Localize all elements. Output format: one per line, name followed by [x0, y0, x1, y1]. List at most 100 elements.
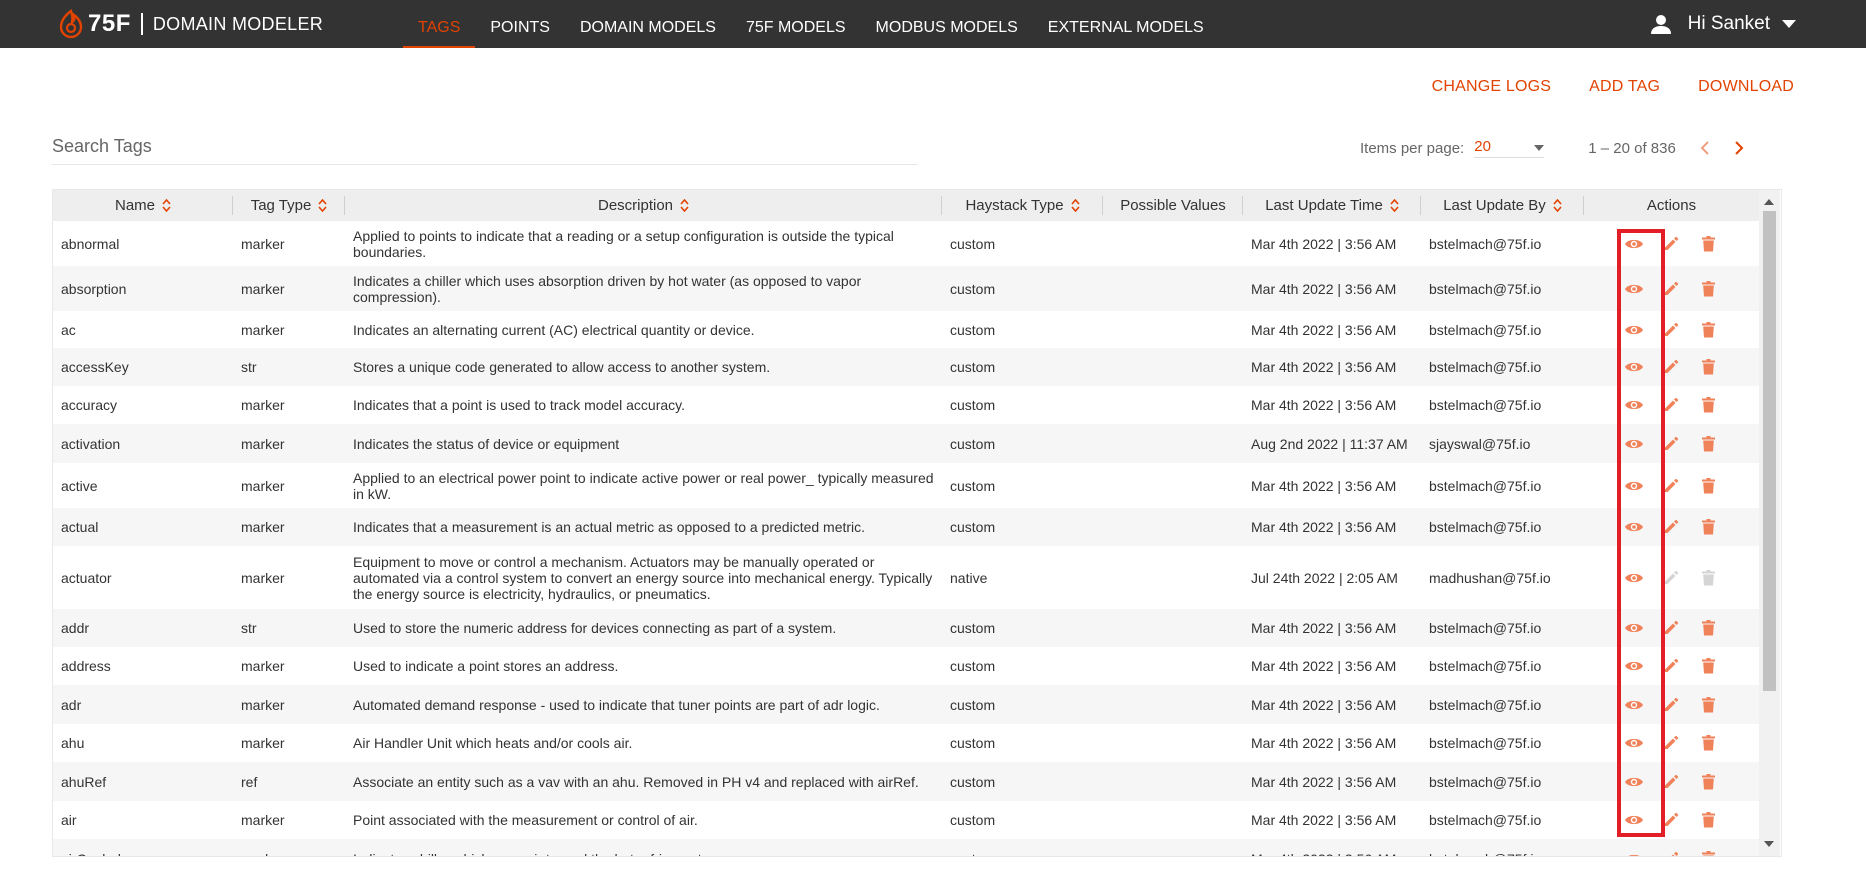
column-header-actions: Actions	[1584, 190, 1759, 221]
cell-actions	[1584, 435, 1759, 452]
trash-icon[interactable]	[1702, 696, 1715, 713]
pencil-icon[interactable]	[1663, 774, 1679, 790]
table-row[interactable]: actuator marker Equipment to move or contr…	[53, 546, 1759, 609]
pencil-icon[interactable]	[1663, 478, 1679, 494]
trash-icon[interactable]	[1702, 435, 1715, 452]
eye-icon[interactable]	[1624, 571, 1644, 585]
nav-tab-domain-models[interactable]: DOMAIN MODELS	[565, 0, 731, 48]
table-row[interactable]: addr str Used to store the numeric address…	[53, 609, 1759, 647]
table-row[interactable]: air marker Point associated with the measu…	[53, 801, 1759, 839]
pencil-icon[interactable]	[1663, 620, 1679, 636]
sort-icon[interactable]	[1390, 199, 1399, 212]
eye-icon[interactable]	[1624, 736, 1644, 750]
pencil-icon[interactable]	[1663, 697, 1679, 713]
nav-tab-external-models[interactable]: EXTERNAL MODELS	[1033, 0, 1219, 48]
column-header-last-update-time[interactable]: Last Update Time	[1243, 190, 1421, 221]
scroll-up-arrow[interactable]	[1764, 199, 1774, 205]
pencil-icon[interactable]	[1663, 735, 1679, 751]
trash-icon[interactable]	[1702, 359, 1715, 375]
pencil-icon[interactable]	[1663, 397, 1679, 413]
cell-name: air	[61, 812, 77, 828]
user-menu[interactable]: Hi Sanket	[1650, 0, 1796, 48]
pencil-icon[interactable]	[1663, 658, 1679, 674]
column-header-haystack-type[interactable]: Haystack Type	[942, 190, 1103, 221]
pencil-icon[interactable]	[1663, 322, 1679, 338]
trash-icon[interactable]	[1702, 519, 1715, 535]
eye-icon[interactable]	[1624, 398, 1644, 412]
nav-tab-tags[interactable]: TAGS	[403, 0, 476, 48]
pencil-icon[interactable]	[1663, 851, 1679, 856]
eye-icon[interactable]	[1624, 520, 1644, 534]
pencil-icon[interactable]	[1663, 359, 1679, 375]
nav-tab-points[interactable]: POINTS	[475, 0, 565, 48]
sort-icon[interactable]	[318, 199, 327, 212]
trash-icon[interactable]	[1702, 735, 1715, 751]
sort-icon[interactable]	[1553, 199, 1562, 212]
items-per-page-select[interactable]: 20	[1474, 138, 1545, 158]
scroll-thumb[interactable]	[1763, 211, 1776, 691]
eye-icon[interactable]	[1624, 437, 1644, 451]
nav-tab-modbus-models[interactable]: MODBUS MODELS	[861, 0, 1033, 48]
column-header-label: Possible Values	[1120, 197, 1226, 214]
eye-icon[interactable]	[1624, 237, 1644, 251]
trash-icon[interactable]	[1702, 812, 1715, 828]
eye-icon[interactable]	[1624, 282, 1644, 296]
eye-icon[interactable]	[1624, 621, 1644, 635]
table-row[interactable]: address marker Used to indicate a point st…	[53, 647, 1759, 685]
download-button[interactable]: DOWNLOAD	[1698, 78, 1794, 96]
column-header-last-update-by[interactable]: Last Update By	[1421, 190, 1584, 221]
table-row[interactable]: actual marker Indicates that a measurement…	[53, 508, 1759, 546]
pencil-icon[interactable]	[1663, 519, 1679, 535]
nav-tab-75f-models[interactable]: 75F MODELS	[731, 0, 861, 48]
eye-icon[interactable]	[1624, 659, 1644, 673]
eye-icon[interactable]	[1624, 360, 1644, 374]
eye-icon[interactable]	[1624, 775, 1644, 789]
pencil-icon	[1663, 570, 1679, 586]
trash-icon[interactable]	[1702, 773, 1715, 790]
trash-icon[interactable]	[1702, 620, 1715, 636]
table-row[interactable]: activation marker Indicates the status of …	[53, 424, 1759, 463]
eye-icon[interactable]	[1624, 323, 1644, 337]
table-row[interactable]: ahuRef ref Associate an entity such as a v…	[53, 762, 1759, 801]
trash-icon[interactable]	[1702, 658, 1715, 674]
trash-icon[interactable]	[1702, 851, 1715, 856]
cell-haystack-type: custom	[950, 620, 996, 636]
prev-page-button[interactable]	[1700, 141, 1710, 155]
pencil-icon[interactable]	[1663, 436, 1679, 452]
table-row[interactable]: adr marker Automated demand response - use…	[53, 685, 1759, 724]
logo[interactable]: 75F DOMAIN MODELER	[58, 9, 323, 39]
table-row[interactable]: airCooledmarkerIndicates chiller which u…	[53, 839, 1759, 856]
table-row[interactable]: abnormal marker Applied to points to indic…	[53, 221, 1759, 266]
table-scrollbar[interactable]	[1759, 190, 1780, 856]
trash-icon[interactable]	[1702, 321, 1715, 338]
eye-icon[interactable]	[1624, 698, 1644, 712]
table-row[interactable]: accuracy marker Indicates that a point is …	[53, 386, 1759, 424]
sort-icon[interactable]	[680, 199, 689, 212]
sort-icon[interactable]	[1070, 199, 1080, 212]
table-row[interactable]: ac marker Indicates an alternating current…	[53, 311, 1759, 348]
change-logs-button[interactable]: CHANGE LOGS	[1432, 78, 1552, 96]
scroll-down-arrow[interactable]	[1764, 841, 1774, 847]
trash-icon[interactable]	[1702, 477, 1715, 494]
pencil-icon[interactable]	[1663, 236, 1679, 252]
trash-icon[interactable]	[1702, 280, 1715, 297]
eye-icon[interactable]	[1624, 813, 1644, 827]
pencil-icon[interactable]	[1663, 812, 1679, 828]
add-tag-button[interactable]: ADD TAG	[1589, 78, 1660, 96]
table-row[interactable]: active marker Applied to an electrical pow…	[53, 463, 1759, 508]
table-row[interactable]: ahu marker Air Handler Unit which heats an…	[53, 724, 1759, 762]
trash-icon[interactable]	[1702, 235, 1715, 252]
cell-last-update-time: Mar 4th 2022 | 3:56 AM	[1251, 477, 1397, 494]
sort-icon[interactable]	[162, 199, 171, 212]
column-header-name[interactable]: Name	[53, 190, 233, 221]
next-page-button[interactable]	[1734, 141, 1744, 155]
eye-icon[interactable]	[1624, 479, 1644, 493]
trash-icon[interactable]	[1702, 397, 1715, 413]
column-header-description[interactable]: Description	[345, 190, 942, 221]
column-header-tag-type[interactable]: Tag Type	[233, 190, 345, 221]
pencil-icon[interactable]	[1663, 281, 1679, 297]
table-row[interactable]: absorption marker Indicates a chiller whic…	[53, 266, 1759, 311]
table-row[interactable]: accessKey str Stores a unique code generat…	[53, 348, 1759, 386]
search-input[interactable]	[52, 132, 918, 160]
eye-icon[interactable]	[1624, 852, 1644, 856]
